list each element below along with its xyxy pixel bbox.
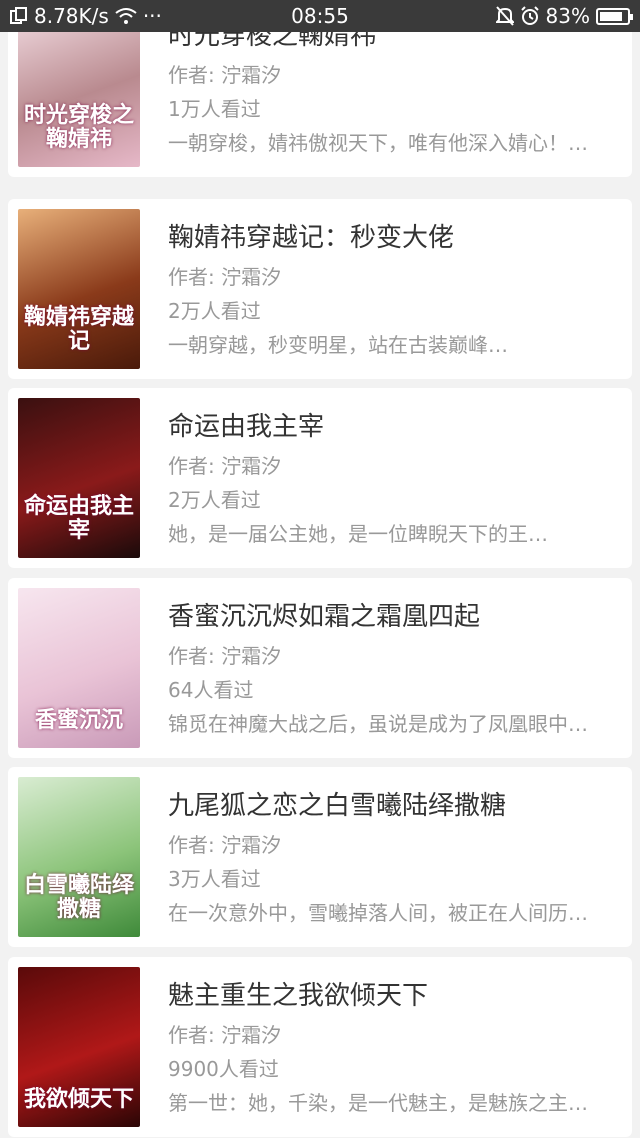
status-left: 8.78K/s ··· <box>10 4 162 28</box>
book-card[interactable]: 白雪曦陆绎撒糖 九尾狐之恋之白雪曦陆绎撒糖 作者: 泞霜汐 3万人看过 在一次意… <box>8 767 632 947</box>
book-author: 作者: 泞霜汐 <box>168 833 282 857</box>
cover-title: 香蜜沉沉 <box>34 707 123 733</box>
book-read-count: 2万人看过 <box>168 299 261 323</box>
book-read-count: 2万人看过 <box>168 488 261 512</box>
book-cover[interactable]: 鞠婧祎穿越记 <box>18 209 140 369</box>
book-description: 第一世：她，千染，是一代魅主，是魅族之主… <box>168 1091 588 1115</box>
mute-bell-icon <box>495 6 514 26</box>
cover-title: 命运由我主宰 <box>23 493 134 543</box>
book-cover[interactable]: 我欲倾天下 <box>18 967 140 1127</box>
cover-title: 白雪曦陆绎撒糖 <box>23 872 134 922</box>
book-author: 作者: 泞霜汐 <box>168 1023 282 1047</box>
wifi-icon <box>115 7 137 25</box>
book-card[interactable]: 时光穿梭之鞠婧祎 时光穿梭之鞠婧祎 作者: 泞霜汐 1万人看过 一朝穿梭，婧祎傲… <box>8 32 632 177</box>
alarm-icon <box>520 6 540 26</box>
book-title[interactable]: 魅主重生之我欲倾天下 <box>168 975 428 1012</box>
cover-title: 时光穿梭之鞠婧祎 <box>23 102 134 152</box>
book-read-count: 1万人看过 <box>168 97 261 121</box>
book-read-count: 3万人看过 <box>168 867 261 891</box>
book-card[interactable]: 我欲倾天下 魅主重生之我欲倾天下 作者: 泞霜汐 9900人看过 第一世：她，千… <box>8 957 632 1137</box>
book-author: 作者: 泞霜汐 <box>168 644 282 668</box>
book-card[interactable]: 命运由我主宰 命运由我主宰 作者: 泞霜汐 2万人看过 她，是一届公主她，是一位… <box>8 388 632 568</box>
book-description: 一朝穿梭，婧祎傲视天下，唯有他深入婧心！… <box>168 131 588 155</box>
status-right: 83% <box>495 4 633 28</box>
network-speed: 8.78K/s <box>34 4 109 28</box>
book-cover[interactable]: 命运由我主宰 <box>18 398 140 558</box>
battery-icon <box>596 7 633 25</box>
book-description: 在一次意外中，雪曦掉落人间，被正在人间历… <box>168 901 588 925</box>
book-title[interactable]: 香蜜沉沉烬如霜之霜凰四起 <box>168 596 480 633</box>
book-title[interactable]: 鞠婧祎穿越记：秒变大佬 <box>168 217 454 254</box>
book-title[interactable]: 命运由我主宰 <box>168 406 324 443</box>
book-card[interactable]: 香蜜沉沉 香蜜沉沉烬如霜之霜凰四起 作者: 泞霜汐 64人看过 锦觅在神魔大战之… <box>8 578 632 758</box>
book-title[interactable]: 时光穿梭之鞠婧祎 <box>168 32 376 52</box>
battery-fill <box>600 11 622 21</box>
book-description: 锦觅在神魔大战之后，虽说是成为了凤凰眼中… <box>168 712 588 736</box>
copy-notification-icon <box>10 7 28 25</box>
book-card[interactable]: 鞠婧祎穿越记 鞠婧祎穿越记：秒变大佬 作者: 泞霜汐 2万人看过 一朝穿越，秒变… <box>8 199 632 379</box>
book-cover[interactable]: 时光穿梭之鞠婧祎 <box>18 32 140 167</box>
book-read-count: 9900人看过 <box>168 1057 279 1081</box>
book-author: 作者: 泞霜汐 <box>168 265 282 289</box>
battery-percent: 83% <box>545 4 590 28</box>
book-author: 作者: 泞霜汐 <box>168 63 282 87</box>
cover-title: 我欲倾天下 <box>23 1086 134 1112</box>
book-cover[interactable]: 白雪曦陆绎撒糖 <box>18 777 140 937</box>
book-description: 一朝穿越，秒变明星，站在古装巅峰… <box>168 333 508 357</box>
book-list[interactable]: 时光穿梭之鞠婧祎 时光穿梭之鞠婧祎 作者: 泞霜汐 1万人看过 一朝穿梭，婧祎傲… <box>0 32 640 1138</box>
cover-title: 鞠婧祎穿越记 <box>23 304 134 354</box>
book-read-count: 64人看过 <box>168 678 254 702</box>
book-author: 作者: 泞霜汐 <box>168 454 282 478</box>
book-title[interactable]: 九尾狐之恋之白雪曦陆绎撒糖 <box>168 785 506 822</box>
book-cover[interactable]: 香蜜沉沉 <box>18 588 140 748</box>
status-bar: 8.78K/s ··· 08:55 83% <box>0 0 640 32</box>
book-description: 她，是一届公主她，是一位睥睨天下的王… <box>168 522 548 546</box>
more-dots: ··· <box>142 4 162 28</box>
